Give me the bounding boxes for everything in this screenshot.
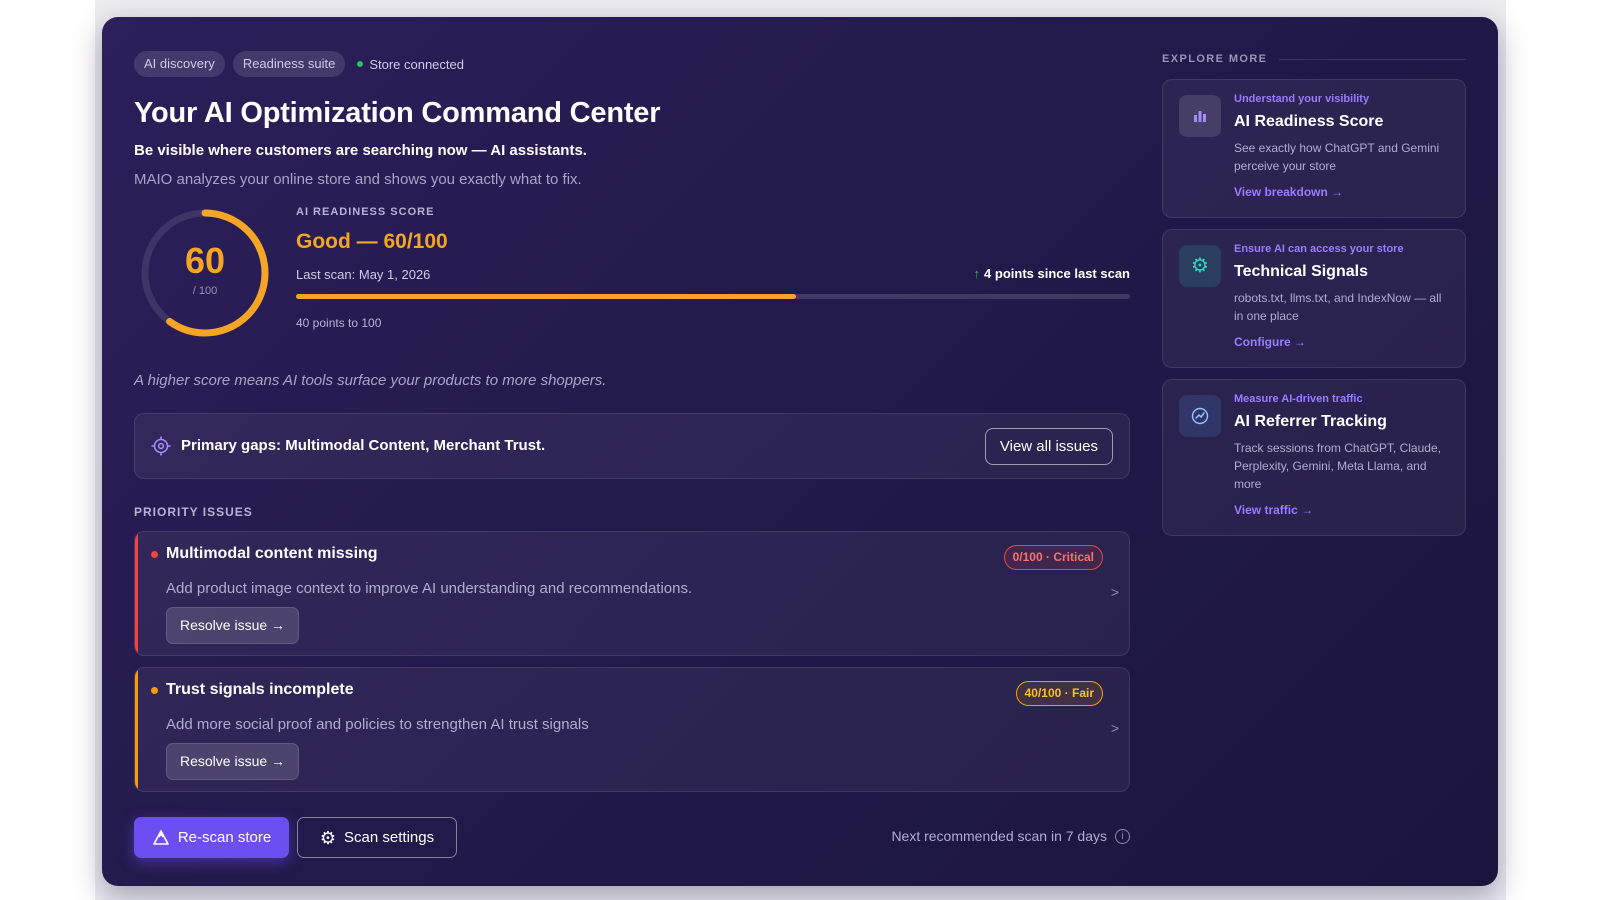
divider <box>1279 58 1466 60</box>
card-kicker: Ensure AI can access your store <box>1234 243 1404 255</box>
action-footer: Re-scan store ⚙ Scan settings Next recom… <box>134 817 1130 858</box>
chevron-right-icon[interactable]: > <box>1111 584 1119 600</box>
explore-heading-text: EXPLORE MORE <box>1162 53 1268 65</box>
info-icon[interactable]: i <box>1115 828 1130 844</box>
explore-card-readiness[interactable]: Understand your visibility AI Readiness … <box>1162 79 1466 218</box>
gear-icon: ⚙ <box>1179 245 1221 287</box>
issue-title: Trust signals incomplete <box>166 681 354 698</box>
score-ring: 60 / 100 <box>138 206 272 340</box>
severity-stripe <box>135 532 138 655</box>
issue-description: Add more social proof and policies to st… <box>166 716 589 733</box>
page-title: Your AI Optimization Command Center <box>134 97 661 129</box>
chip-readiness-suite[interactable]: Readiness suite <box>232 51 346 77</box>
command-center-panel: AI discovery Readiness suite Store conne… <box>102 17 1498 886</box>
card-kicker: Measure AI-driven traffic <box>1234 393 1363 405</box>
view-all-issues-button[interactable]: View all issues <box>984 428 1113 465</box>
score-label: AI READINESS SCORE <box>296 206 435 218</box>
severity-dot-icon <box>151 551 158 558</box>
severity-dot-icon <box>151 687 158 694</box>
card-body: Ensure AI can access your store Technica… <box>1234 230 1465 367</box>
score-delta: ↑ 4 points since last scan <box>974 266 1130 281</box>
explore-sidebar: EXPLORE MORE Understand your visibility … <box>1162 53 1466 536</box>
issue-severity-badge: 40/100 · Fair <box>1015 681 1103 706</box>
card-body: Measure AI-driven traffic AI Referrer Tr… <box>1234 380 1465 535</box>
target-icon <box>151 436 171 456</box>
view-traffic-link[interactable]: View traffic → <box>1234 503 1313 517</box>
chevron-right-icon[interactable]: > <box>1111 720 1119 736</box>
header-chips: AI discovery Readiness suite Store conne… <box>134 51 1130 77</box>
main-column: AI discovery Readiness suite Store conne… <box>134 51 1130 858</box>
points-remaining: 40 points to 100 <box>296 316 382 330</box>
store-status-label: Store connected <box>369 56 464 72</box>
page-subtitle: Be visible where customers are searching… <box>134 142 587 159</box>
card-description: robots.txt, llms.txt, and IndexNow — all… <box>1234 291 1442 323</box>
rescan-store-label: Re-scan store <box>177 829 272 846</box>
score-details: AI READINESS SCORE Good — 60/100 Last sc… <box>296 206 1130 330</box>
explore-card-referrer[interactable]: Measure AI-driven traffic AI Referrer Tr… <box>1162 379 1466 536</box>
explore-card-technical[interactable]: ⚙ Ensure AI can access your store Techni… <box>1162 229 1466 368</box>
issue-card-multimodal[interactable]: Multimodal content missing 0/100 · Criti… <box>134 531 1130 656</box>
score-progress-fill <box>296 294 797 299</box>
scan-settings-button[interactable]: ⚙ Scan settings <box>297 817 457 858</box>
card-body: Understand your visibility AI Readiness … <box>1234 80 1465 217</box>
configure-link[interactable]: Configure → <box>1234 335 1306 349</box>
resolve-issue-button[interactable]: Resolve issue → <box>166 743 300 780</box>
recycle-icon <box>153 829 169 845</box>
next-scan-text: Next recommended scan in 7 days <box>891 828 1107 844</box>
card-description: Track sessions from ChatGPT, Claude, Per… <box>1234 441 1441 491</box>
arrow-up-icon: ↑ <box>973 266 981 281</box>
primary-gaps-text: Primary gaps: Multimodal Content, Mercha… <box>181 437 546 454</box>
severity-stripe <box>135 668 138 791</box>
score-progress-bar <box>296 294 1130 299</box>
score-number: 60 <box>184 240 226 281</box>
last-scan-date: Last scan: May 1, 2026 <box>296 267 431 282</box>
scan-settings-label: Scan settings <box>344 829 435 846</box>
issue-card-trust[interactable]: Trust signals incomplete 40/100 · Fair A… <box>134 667 1130 792</box>
store-status: Store connected <box>357 57 464 72</box>
primary-gaps-banner: Primary gaps: Multimodal Content, Mercha… <box>134 413 1130 479</box>
view-breakdown-link[interactable]: View breakdown → <box>1234 185 1343 199</box>
score-tagline: A higher score means AI tools surface yo… <box>134 372 607 389</box>
resolve-issue-button[interactable]: Resolve issue → <box>166 607 300 644</box>
priority-issues-heading: PRIORITY ISSUES <box>134 505 253 519</box>
trend-icon <box>1179 395 1221 437</box>
rescan-store-button[interactable]: Re-scan store <box>134 817 289 858</box>
card-kicker: Understand your visibility <box>1234 93 1370 105</box>
score-headline: Good — 60/100 <box>296 230 448 253</box>
issue-description: Add product image context to improve AI … <box>166 580 693 597</box>
score-denominator: / 100 <box>192 285 218 297</box>
status-dot-icon <box>357 61 364 67</box>
issue-title: Multimodal content missing <box>166 545 378 562</box>
score-delta-text: 4 points since last scan <box>984 266 1130 281</box>
card-title: AI Readiness Score <box>1234 113 1384 130</box>
chip-ai-discovery[interactable]: AI discovery <box>134 51 225 77</box>
issue-severity-badge: 0/100 · Critical <box>1003 545 1103 570</box>
explore-heading: EXPLORE MORE <box>1162 53 1466 65</box>
card-title: Technical Signals <box>1234 263 1368 280</box>
page-description: MAIO analyzes your online store and show… <box>134 171 582 188</box>
score-section: 60 / 100 AI READINESS SCORE Good — 60/10… <box>134 206 1130 346</box>
bar-chart-icon <box>1179 95 1221 137</box>
gear-icon: ⚙ <box>319 827 337 848</box>
card-description: See exactly how ChatGPT and Gemini perce… <box>1234 141 1440 173</box>
next-scan-note: Next recommended scan in 7 days i <box>891 828 1130 844</box>
card-title: AI Referrer Tracking <box>1234 413 1387 430</box>
scan-meta-row: Last scan: May 1, 2026 ↑ 4 points since l… <box>296 266 1130 284</box>
